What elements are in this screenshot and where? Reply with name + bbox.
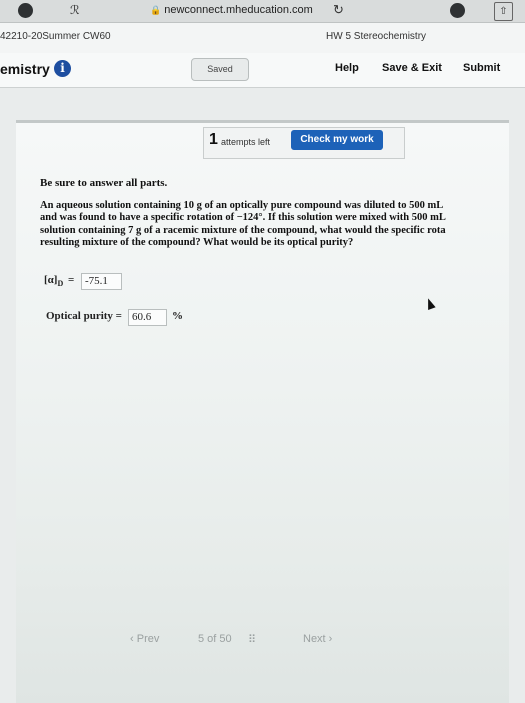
next-button[interactable]: Next › [303,633,332,645]
rotation-symbol: [α] [44,274,58,286]
prev-button[interactable]: ‹ Prev [130,633,159,645]
download-icon[interactable] [450,3,465,18]
saved-indicator: Saved [191,58,249,81]
attempts-label: attempts left [221,137,271,147]
browser-url-bar: ℛ 🔒 newconnect.mheducation.com ↻ ⇧ [0,0,525,23]
address-text: newconnect.mheducation.com [164,4,313,16]
question-line: solution containing 7 g of a racemic mix… [40,224,446,236]
purity-answer-label: Optical purity = [46,310,122,322]
question-line: An aqueous solution containing 10 g of a… [40,200,444,211]
grid-icon[interactable]: ⠿ [248,633,256,646]
rotation-equals: = [68,274,75,286]
app-header: emistry i Saved Help Save & Exit Submit [0,53,525,88]
rotation-answer-label: [α]D = [44,274,74,288]
course-name: 42210-20Summer CW60 [0,31,111,42]
browser-back-icon[interactable] [18,3,33,18]
question-line: resulting mixture of the compound? What … [40,237,354,249]
info-icon[interactable]: i [54,60,71,77]
save-exit-button[interactable]: Save & Exit [382,62,442,74]
page-indicator[interactable]: 5 of 50 [198,633,232,645]
reader-icon[interactable]: ℛ [70,3,80,17]
check-my-work-button[interactable]: Check my work [291,130,383,150]
rotation-subscript: D [57,279,64,289]
submit-button[interactable]: Submit [463,62,500,74]
chevron-left-icon: ‹ [130,633,137,645]
question-text: An aqueous solution containing 10 g of a… [40,200,510,250]
reload-icon[interactable]: ↻ [333,2,344,18]
rotation-input[interactable]: -75.1 [81,273,122,290]
instructions: Be sure to answer all parts. [40,177,168,189]
share-icon[interactable]: ⇧ [494,2,513,21]
address-field[interactable]: 🔒 newconnect.mheducation.com [150,4,313,16]
help-button[interactable]: Help [335,62,359,74]
attempts-count: 1 [209,131,218,148]
page-title: emistry [0,61,50,77]
question-line: and was found to have a specific rotatio… [40,212,446,224]
next-label: Next [303,633,326,645]
purity-input[interactable]: 60.6 [128,309,167,326]
course-bar: 42210-20Summer CW60 HW 5 Stereochemistry [0,23,525,54]
purity-unit: % [172,310,183,322]
assignment-name: HW 5 Stereochemistry [326,31,427,42]
chevron-right-icon: › [325,633,333,645]
lock-icon: 🔒 [150,5,162,15]
prev-label: Prev [136,633,160,645]
